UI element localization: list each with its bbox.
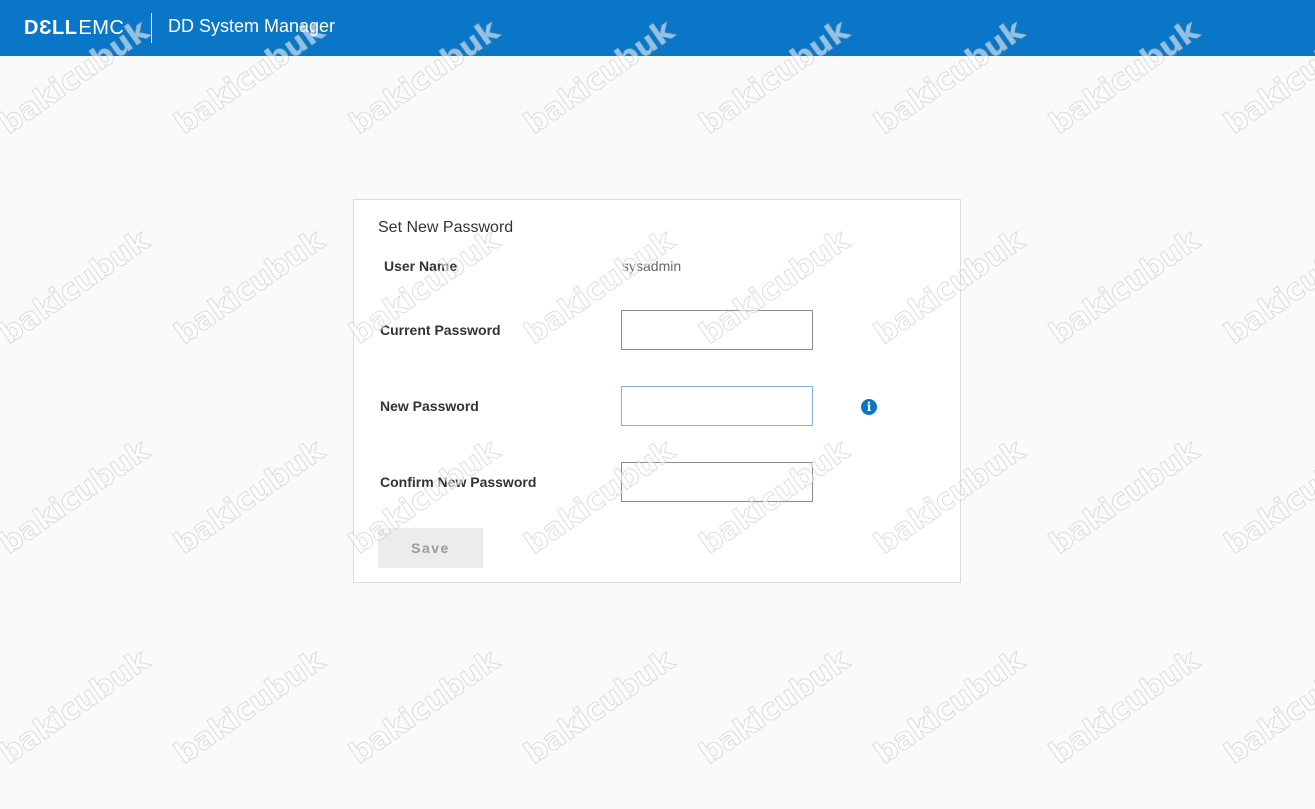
dell-emc-logo: DƐLL EMC <box>24 15 124 41</box>
new-password-input[interactable] <box>621 386 813 426</box>
watermark-text: bakicubuk <box>168 642 331 771</box>
watermark-text: bakicubuk <box>0 642 157 771</box>
confirm-password-label: Confirm New Password <box>380 474 537 490</box>
watermark-text: bakicubuk <box>1043 642 1206 771</box>
info-icon[interactable]: i <box>861 399 877 415</box>
watermark-text: bakicubuk <box>0 222 157 351</box>
set-password-card: Set New Password User Name sysadmin Curr… <box>353 199 961 583</box>
watermark-text: bakicubuk <box>518 642 681 771</box>
app-title: DD System Manager <box>168 16 336 36</box>
card-title: Set New Password <box>378 219 514 236</box>
watermark-text: bakicubuk <box>1043 222 1206 351</box>
watermark-text: bakicubuk <box>168 222 331 351</box>
watermark-text: bakicubuk <box>868 642 1031 771</box>
watermark-text: bakicubuk <box>693 642 856 771</box>
header-divider <box>151 13 152 43</box>
user-name-value: sysadmin <box>622 258 682 274</box>
user-name-label: User Name <box>384 258 458 274</box>
logo-emc-text: EMC <box>78 16 125 39</box>
top-bar: DƐLL EMC DD System Manager <box>0 0 1315 56</box>
new-password-label: New Password <box>380 398 479 414</box>
watermark-text: bakicubuk <box>168 432 331 561</box>
watermark-text: bakicubuk <box>343 642 506 771</box>
watermark-text: bakicubuk <box>1218 222 1315 351</box>
current-password-input[interactable] <box>621 310 813 350</box>
save-button[interactable]: Save <box>378 528 483 568</box>
watermark-text: bakicubuk <box>1218 642 1315 771</box>
current-password-label: Current Password <box>380 322 501 338</box>
watermark-text: bakicubuk <box>1043 432 1206 561</box>
watermark-text: bakicubuk <box>0 432 157 561</box>
watermark-text: bakicubuk <box>1218 432 1315 561</box>
logo-dell-text: DƐLL <box>24 16 78 39</box>
confirm-password-input[interactable] <box>621 462 813 502</box>
